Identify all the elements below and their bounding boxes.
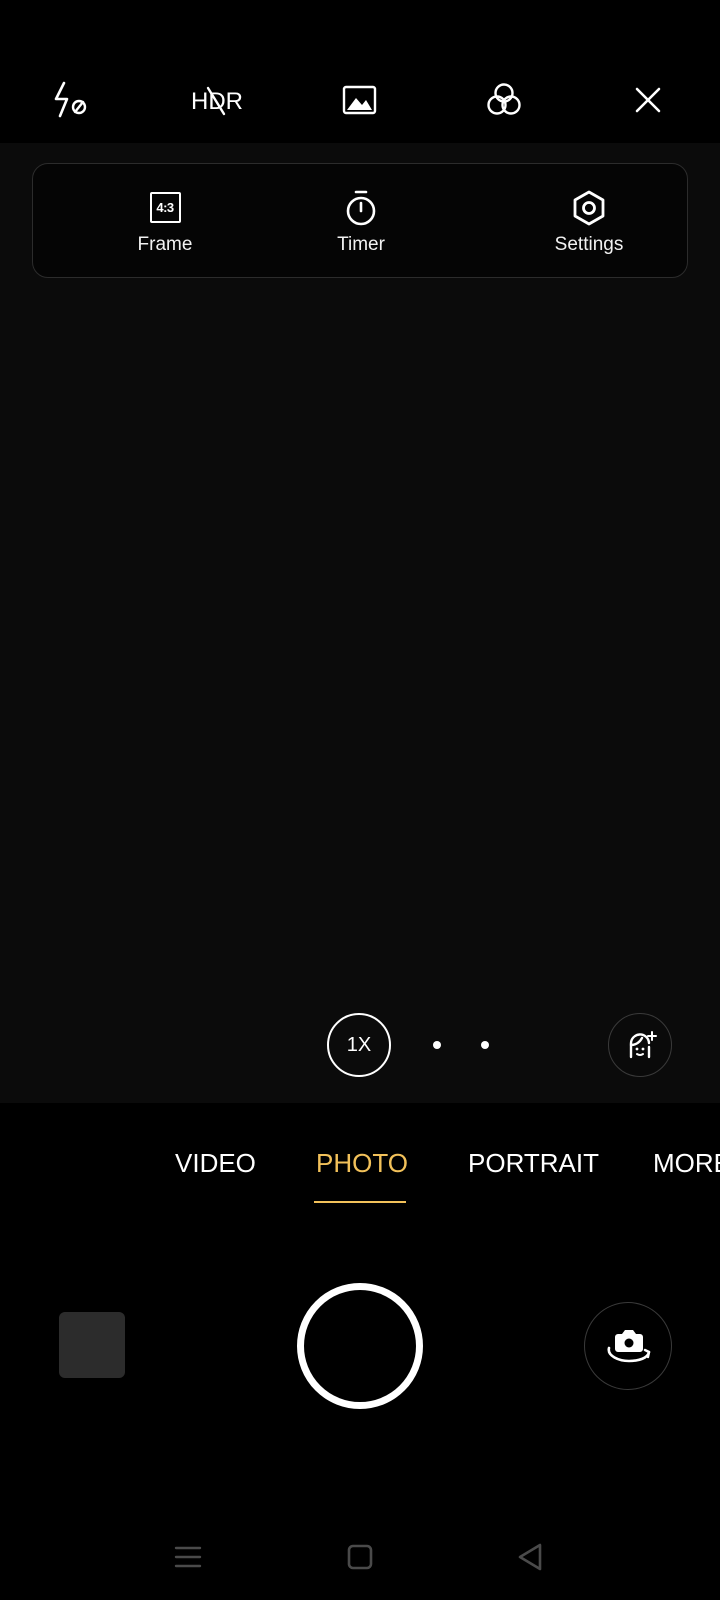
top-bar: HDR: [0, 0, 720, 143]
frame-label: Frame: [137, 233, 193, 255]
mode-more[interactable]: MORE: [653, 1148, 720, 1179]
timer-icon: [344, 188, 378, 228]
timer-button[interactable]: Timer: [281, 164, 441, 279]
back-icon[interactable]: [508, 1535, 552, 1579]
home-icon[interactable]: [338, 1535, 382, 1579]
mode-selected-indicator: [314, 1201, 406, 1203]
settings-label: Settings: [554, 233, 624, 255]
close-icon[interactable]: [620, 72, 676, 128]
mode-video[interactable]: VIDEO: [175, 1148, 256, 1179]
zoom-level-dot[interactable]: [481, 1041, 489, 1049]
mode-portrait[interactable]: PORTRAIT: [468, 1148, 599, 1179]
frame-button[interactable]: 4:3 Frame: [85, 164, 245, 279]
zoom-level-dot[interactable]: [433, 1041, 441, 1049]
image-icon[interactable]: [332, 72, 388, 128]
shutter-button[interactable]: [297, 1283, 423, 1409]
aspect-ratio-icon: 4:3: [149, 192, 181, 223]
flip-camera-icon[interactable]: [584, 1302, 672, 1390]
filter-icon[interactable]: [476, 72, 532, 128]
beauty-face-icon[interactable]: [608, 1013, 672, 1077]
gallery-thumbnail[interactable]: [59, 1312, 125, 1378]
quick-settings-panel: 4:3 Frame Timer Settings: [32, 163, 688, 278]
mode-selector[interactable]: VIDEO PHOTO PORTRAIT MORE: [0, 1140, 720, 1210]
zoom-1x-button[interactable]: 1X: [327, 1013, 391, 1077]
settings-icon: [570, 188, 608, 228]
hdr-off-icon[interactable]: HDR: [187, 72, 247, 128]
mode-photo[interactable]: PHOTO: [316, 1148, 408, 1179]
settings-button[interactable]: Settings: [509, 164, 669, 279]
camera-screen: HDR 4:3: [0, 0, 720, 1600]
flash-off-icon[interactable]: [44, 72, 100, 128]
menu-icon[interactable]: [166, 1535, 210, 1579]
timer-label: Timer: [337, 233, 385, 255]
camera-viewfinder[interactable]: [0, 143, 720, 1103]
